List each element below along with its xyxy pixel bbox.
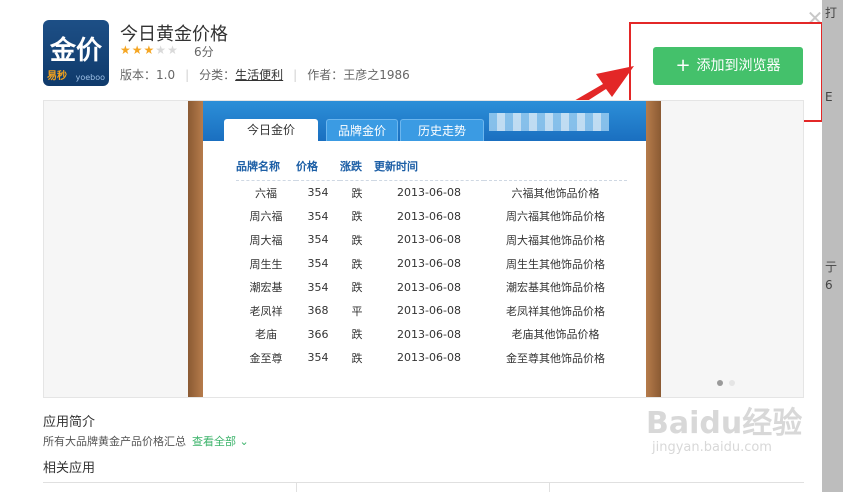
table-row: 老庙 366 跌 2013-06-08 老庙其他饰品价格 [236, 323, 627, 347]
table-cell: 跌 [340, 179, 374, 205]
table-cell: 2013-06-08 [397, 351, 461, 365]
watermark-main: Baidu经验 [646, 406, 803, 441]
preview-tabbar: 今日金价 品牌金价 历史走势 [203, 101, 646, 141]
table-cell: 周六福 [249, 210, 283, 224]
table-cell: 2013-06-08 [374, 179, 484, 205]
table-cell: 跌 [351, 351, 363, 365]
table-header: 更新时间 [374, 160, 418, 173]
tab-brand-price[interactable]: 品牌金价 [326, 119, 398, 141]
table-cell: 平 [351, 304, 363, 318]
carousel-dot[interactable] [717, 380, 723, 386]
other-jewelry-link[interactable]: 老庙其他饰品价格 [484, 323, 627, 347]
table-row: 周生生 354 跌 2013-06-08 周生生其他饰品价格 [236, 252, 627, 276]
table-cell: 周大福 [249, 233, 283, 247]
preview-frame: 今日金价 品牌金价 历史走势 品牌名称 价格 涨跌 更新时间 六福 354 跌 … [188, 101, 661, 397]
other-jewelry-link[interactable]: 周大福其他饰品价格 [484, 228, 627, 252]
table-cell: 金至尊 [249, 351, 283, 365]
table-cell: 周生生 [249, 257, 283, 271]
other-jewelry-link[interactable]: 老凤祥其他饰品价格 [484, 299, 627, 323]
related-heading: 相关应用 [43, 461, 96, 476]
other-jewelry-link[interactable]: 六福其他饰品价格 [484, 179, 627, 205]
table-row: 潮宏基 354 跌 2013-06-08 潮宏基其他饰品价格 [236, 275, 627, 299]
table-cell: 六福 [236, 179, 296, 205]
background-page-edge: 打 E 亍 6 [819, 0, 843, 492]
table-cell: 跌 [351, 233, 363, 247]
intro-text: 所有大品牌黄金产品价格汇总 查看全部 ⌄ [43, 433, 249, 449]
divider [549, 483, 550, 492]
other-jewelry-link[interactable]: 周生生其他饰品价格 [484, 252, 627, 276]
table-cell: 354 [296, 179, 340, 205]
watermark-sub: jingyan.baidu.com [652, 440, 772, 455]
table-cell: 354 [307, 257, 329, 271]
table-header: 价格 [296, 160, 318, 173]
table-header [484, 158, 627, 181]
other-jewelry-link[interactable]: 潮宏基其他饰品价格 [484, 275, 627, 299]
view-all-link[interactable]: 查看全部 ⌄ [192, 435, 249, 448]
blurred-area [489, 113, 609, 131]
table-row: 周大福 354 跌 2013-06-08 周大福其他饰品价格 [236, 228, 627, 252]
table-cell: 354 [307, 351, 329, 365]
table-cell: 跌 [351, 210, 363, 224]
intro-description: 所有大品牌黄金产品价格汇总 [43, 435, 186, 448]
table-cell: 老庙 [255, 328, 277, 342]
table-header: 涨跌 [340, 160, 362, 173]
table-cell: 2013-06-08 [397, 257, 461, 271]
related-apps-row [43, 482, 804, 492]
table-cell: 368 [307, 304, 329, 318]
intro-heading: 应用简介 [43, 415, 96, 430]
table-cell: 2013-06-08 [397, 280, 461, 294]
preview-panel: 今日金价 品牌金价 历史走势 品牌名称 价格 涨跌 更新时间 六福 354 跌 … [203, 101, 646, 397]
bg-text: 亍 [825, 260, 838, 274]
carousel-dot[interactable] [729, 380, 735, 386]
table-cell: 跌 [351, 328, 363, 342]
carousel-dots [717, 371, 741, 390]
app-detail-dialog: ✕ 金价 易秒 yoeboo 今日黄金价格 ★★★★★ 6分 版本：1.0 | 分类… [0, 0, 822, 492]
table-cell: 2013-06-08 [397, 304, 461, 318]
divider [296, 483, 297, 492]
other-jewelry-link[interactable]: 周六福其他饰品价格 [484, 205, 627, 229]
price-table: 品牌名称 价格 涨跌 更新时间 六福 354 跌 2013-06-08 六福其他饰品价格… [236, 158, 627, 370]
table-cell: 潮宏基 [249, 281, 283, 295]
table-cell: 老凤祥 [249, 304, 283, 318]
baidu-watermark: Baidu经验 jingyan.baidu.com [646, 398, 802, 455]
bg-text: 6 [825, 278, 833, 292]
table-row: 老凤祥 368 平 2013-06-08 老凤祥其他饰品价格 [236, 299, 627, 323]
table-row: 周六福 354 跌 2013-06-08 周六福其他饰品价格 [236, 205, 627, 229]
tab-history[interactable]: 历史走势 [400, 119, 484, 141]
bg-text: E [825, 90, 833, 104]
table-cell: 366 [307, 327, 329, 341]
table-cell: 354 [307, 280, 329, 294]
table-cell: 354 [307, 209, 329, 223]
bg-text: 打 [825, 6, 838, 20]
other-jewelry-link[interactable]: 金至尊其他饰品价格 [484, 346, 627, 370]
table-cell: 354 [307, 233, 329, 247]
tab-today-price[interactable]: 今日金价 [224, 119, 318, 141]
table-row: 六福 354 跌 2013-06-08 六福其他饰品价格 [236, 179, 627, 205]
table-cell: 跌 [351, 257, 363, 271]
table-header: 品牌名称 [236, 160, 280, 173]
table-cell: 跌 [351, 281, 363, 295]
screenshot-preview: 今日金价 品牌金价 历史走势 品牌名称 价格 涨跌 更新时间 六福 354 跌 … [43, 100, 804, 398]
table-row: 金至尊 354 跌 2013-06-08 金至尊其他饰品价格 [236, 346, 627, 370]
table-cell: 2013-06-08 [397, 327, 461, 341]
table-cell: 2013-06-08 [397, 209, 461, 223]
table-cell: 2013-06-08 [397, 233, 461, 247]
